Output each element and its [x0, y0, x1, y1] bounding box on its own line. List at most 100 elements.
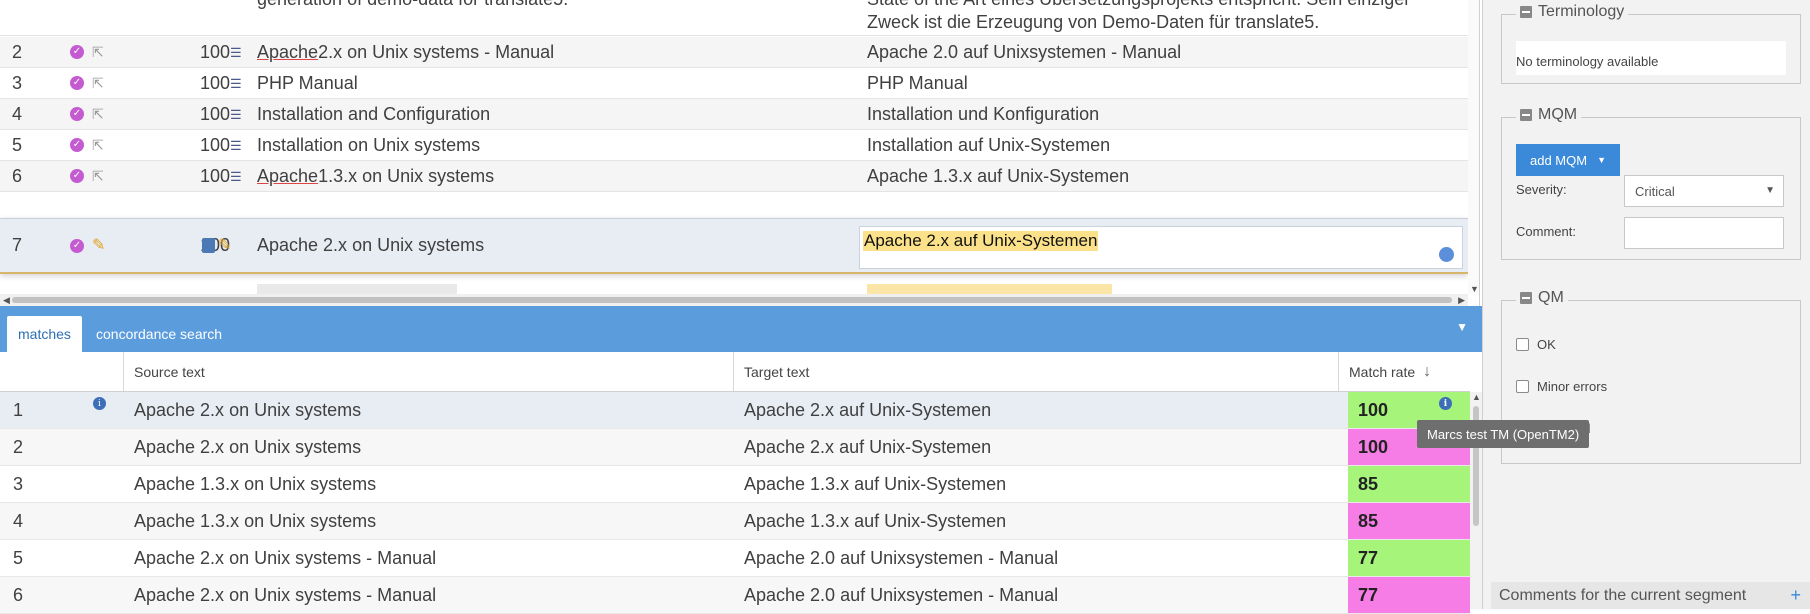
horizontal-scrollbar[interactable]: ◀ ▶: [0, 294, 1468, 306]
segment-source-text: Installation and Configuration: [257, 103, 491, 124]
add-mqm-button[interactable]: add MQM ▼: [1516, 144, 1620, 176]
match-value: 100: [199, 103, 230, 124]
segment-target: Installation und Konfiguration: [867, 103, 1100, 124]
terminology-title: Terminology: [1538, 3, 1625, 20]
mqm-panel: MQM add MQM ▼ Severity: Critical ▼ Comment…: [1501, 106, 1801, 260]
segment-row[interactable]: generation of demo-data for translate5. …: [0, 0, 1468, 36]
right-sidebar: Terminology No terminology available MQM…: [1482, 0, 1810, 609]
tab-matches[interactable]: matches: [7, 316, 82, 352]
segment-row[interactable]: 2 ✓ ⇱ 100 ☰ Apache 2.x on Unix systems - …: [0, 37, 1468, 68]
comments-header[interactable]: Comments for the current segment +: [1491, 582, 1810, 609]
match-number: 4: [13, 510, 24, 531]
comment-input[interactable]: [1624, 217, 1784, 249]
list-icon: ☰: [230, 106, 242, 122]
match-rate-value: 100: [1358, 399, 1389, 420]
segment-source-text: Installation on Unix systems: [257, 134, 481, 155]
comment-label: Comment:: [1516, 224, 1576, 239]
match-row[interactable]: 1 i Apache 2.x on Unix systems Apache 2.…: [0, 392, 1470, 429]
pencil-icon: ✎: [92, 236, 106, 254]
check-status-icon[interactable]: ✓: [70, 238, 84, 253]
header-source[interactable]: Source text: [123, 352, 733, 391]
matches-header: Source text Target text Match rate ↓: [0, 352, 1470, 392]
match-source: Apache 2.x on Unix systems: [134, 399, 362, 420]
segment-row[interactable]: 5 ✓ ⇱ 100 ☰ Installation on Unix systems …: [0, 130, 1468, 161]
collapse-icon[interactable]: [1520, 292, 1532, 304]
scroll-left-icon[interactable]: ◀: [3, 294, 10, 306]
editor-status-icon[interactable]: [1439, 247, 1454, 262]
collapse-icon[interactable]: [1520, 109, 1532, 121]
segment-target: State of the Art eines Übersetzungsproje…: [867, 0, 1410, 32]
match-row[interactable]: 5 Apache 2.x on Unix systems - Manual Ap…: [0, 540, 1470, 577]
check-status-icon[interactable]: ✓: [70, 107, 84, 121]
severity-select[interactable]: Critical ▼: [1624, 175, 1784, 207]
target-editor-text[interactable]: Apache 2.x auf Unix-Systemen: [863, 231, 1099, 251]
tab-concordance-search[interactable]: concordance search: [85, 316, 233, 352]
segment-source: Installation and Configuration: [257, 99, 490, 129]
match-row[interactable]: 3 Apache 1.3.x on Unix systems Apache 1.…: [0, 466, 1470, 503]
segment-source: generation of demo-data for translate5.: [257, 0, 568, 35]
segment-source: Apache 2.x on Unix systems: [257, 235, 485, 255]
match-target: Apache 2.0 auf Unixsystemen - Manual: [744, 584, 1059, 605]
chevron-down-icon[interactable]: ▼: [1456, 320, 1468, 334]
qm-option-ok[interactable]: OK: [1516, 337, 1556, 352]
segment-row[interactable]: 6 ✓ ⇱ 100 ☰ Apache 1.3.x on Unix systems …: [0, 161, 1468, 192]
info-icon[interactable]: i: [93, 397, 106, 410]
checkbox[interactable]: [1516, 380, 1529, 393]
checkbox[interactable]: [1516, 338, 1529, 351]
match-number: 2: [13, 436, 24, 457]
check-status-icon[interactable]: ✓: [70, 76, 84, 90]
segment-source-text: PHP Manual: [257, 72, 358, 93]
chevron-down-icon[interactable]: ▼: [1765, 185, 1775, 196]
match-source: Apache 2.x on Unix systems - Manual: [134, 584, 437, 605]
peek-target: [867, 284, 1112, 294]
segment-target: PHP Manual: [867, 72, 968, 93]
segment-number: 7: [12, 235, 23, 255]
header-number: [0, 352, 123, 391]
segment-row-editing[interactable]: 7 ✓✎ 100 ✎ Apache 2.x on Unix systems Ap…: [0, 218, 1468, 274]
segment-number: 5: [12, 134, 23, 155]
cursor-icon: ⇱: [92, 44, 104, 60]
list-icon: ☰: [230, 168, 242, 184]
match-value: 100: [199, 165, 230, 186]
match-row[interactable]: 6 Apache 2.x on Unix systems - Manual Ap…: [0, 577, 1470, 614]
qm-option-minor-errors[interactable]: Minor errors: [1516, 379, 1607, 394]
segment-target: Apache 1.3.x auf Unix-Systemen: [867, 165, 1130, 186]
match-target: Apache 2.x auf Unix-Systemen: [744, 436, 992, 457]
scrollbar-thumb[interactable]: [12, 297, 1452, 303]
header-match-rate[interactable]: Match rate ↓: [1338, 352, 1470, 391]
collapse-icon[interactable]: [1520, 6, 1532, 18]
segment-number: 3: [12, 72, 23, 93]
cursor-icon: ⇱: [92, 137, 104, 153]
match-number: 6: [13, 584, 24, 605]
vertical-scrollbar[interactable]: ▼: [1468, 0, 1479, 294]
segment-target: Apache 2.0 auf Unixsystemen - Manual: [867, 41, 1182, 62]
segment-row[interactable]: 4 ✓ ⇱ 100 ☰ Installation and Configuratio…: [0, 99, 1468, 130]
match-row[interactable]: 4 Apache 1.3.x on Unix systems Apache 1.…: [0, 503, 1470, 540]
check-status-icon[interactable]: ✓: [70, 45, 84, 59]
scroll-down-icon[interactable]: ▼: [1470, 284, 1479, 294]
match-value: 100: [199, 41, 230, 62]
add-comment-icon[interactable]: +: [1790, 585, 1801, 606]
match-target: Apache 1.3.x auf Unix-Systemen: [744, 510, 1007, 531]
segment-target: Installation auf Unix-Systemen: [867, 134, 1111, 155]
check-status-icon[interactable]: ✓: [70, 138, 84, 152]
pencil-icon: ✎: [218, 236, 232, 254]
matches-panel: matches concordance search ▼ Source text…: [0, 306, 1482, 614]
cursor-icon: ⇱: [92, 168, 104, 184]
info-icon[interactable]: i: [1439, 397, 1452, 410]
match-row[interactable]: 2 Apache 2.x on Unix systems Apache 2.x …: [0, 429, 1470, 466]
severity-label: Severity:: [1516, 182, 1567, 197]
list-icon: ☰: [230, 137, 242, 153]
header-target[interactable]: Target text: [733, 352, 1338, 391]
spell-error: Apache: [257, 165, 319, 186]
comments-title: Comments for the current segment: [1499, 586, 1747, 604]
sort-desc-icon[interactable]: ↓: [1423, 363, 1431, 381]
target-editor[interactable]: Apache 2.x auf Unix-Systemen: [859, 226, 1463, 269]
match-number: 1: [13, 399, 24, 420]
match-source: Apache 2.x on Unix systems - Manual: [134, 547, 437, 568]
segment-row[interactable]: 3 ✓ ⇱ 100 ☰ PHP Manual PHP Manual: [0, 68, 1468, 99]
match-target: Apache 2.x auf Unix-Systemen: [744, 399, 992, 420]
check-status-icon[interactable]: ✓: [70, 169, 84, 183]
scroll-up-icon[interactable]: ▲: [1472, 392, 1481, 402]
scroll-right-icon[interactable]: ▶: [1458, 294, 1465, 306]
